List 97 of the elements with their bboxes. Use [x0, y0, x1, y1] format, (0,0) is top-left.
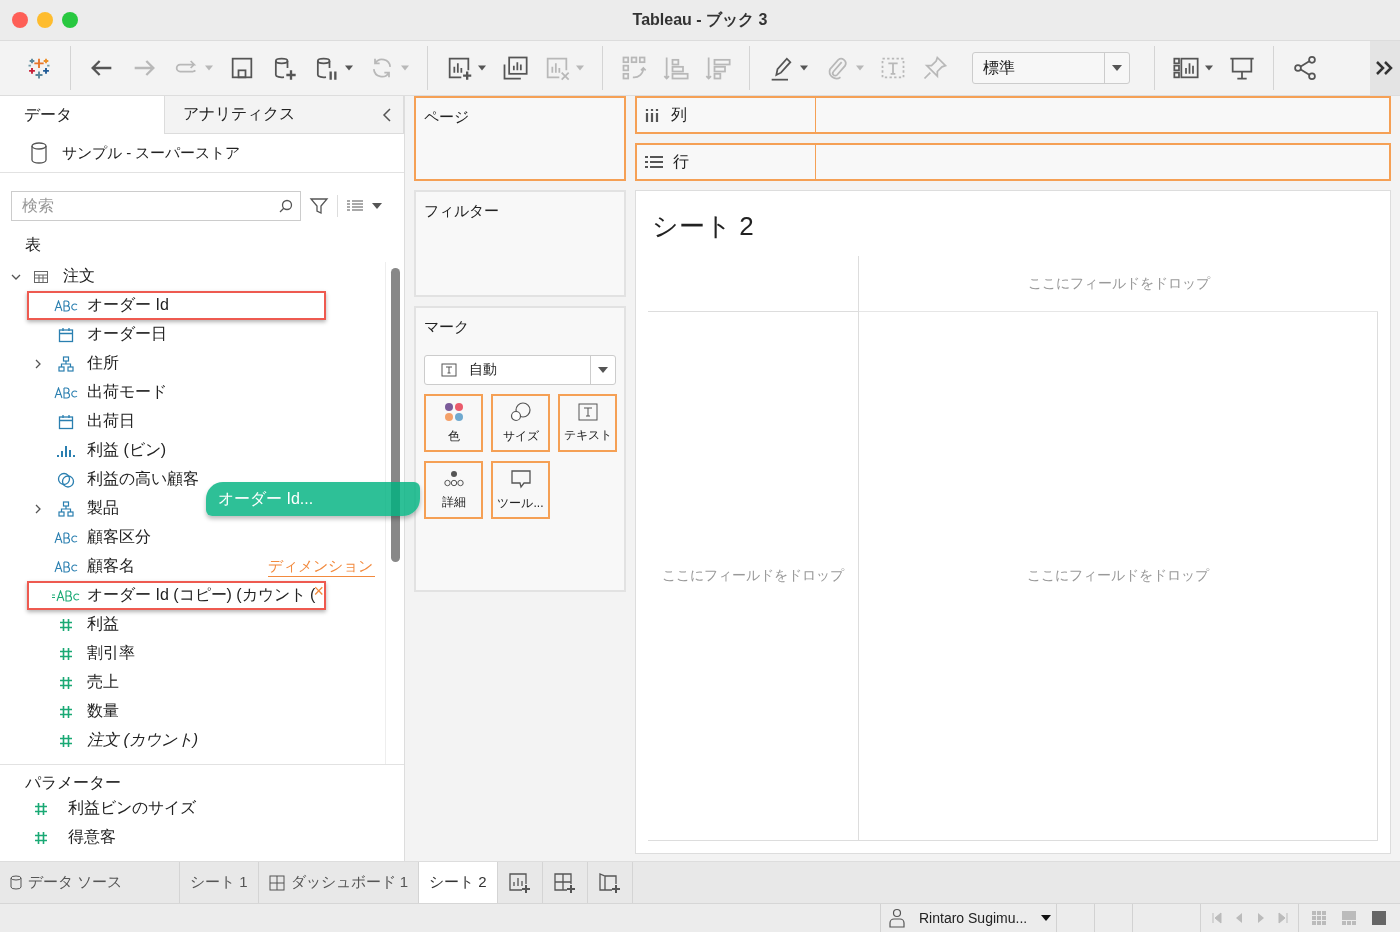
caret-icon[interactable]	[1204, 65, 1214, 71]
number-type-icon	[59, 733, 73, 748]
mark-property-button[interactable]: ツール...	[491, 461, 550, 519]
field-name[interactable]: 利益 (ビン)	[87, 440, 167, 461]
size-circles-icon	[509, 401, 532, 422]
field-name[interactable]: オーダー日	[87, 324, 167, 345]
zoom-dropdown[interactable]: 標準	[972, 52, 1130, 84]
speech-bubble-icon	[509, 468, 532, 489]
caret-icon	[1041, 915, 1052, 921]
detail-dots-icon	[443, 469, 464, 488]
caret-icon	[1111, 64, 1123, 72]
mark-type-dropdown[interactable]: 自動	[424, 355, 616, 385]
mark-property-button[interactable]: 色	[424, 394, 483, 452]
caret-icon[interactable]	[799, 65, 809, 71]
close-button[interactable]	[12, 12, 28, 28]
mark-property-button[interactable]: 詳細	[424, 461, 483, 519]
text-mark-icon	[577, 402, 598, 421]
field-name[interactable]: オーダー Id	[87, 295, 169, 316]
field-name[interactable]: 割引率	[87, 643, 135, 664]
field-name[interactable]: 顧客区分	[87, 527, 151, 548]
field-name[interactable]: 数量	[87, 701, 119, 722]
drop-zone-label: ここにフィールドをドロップ	[1027, 567, 1209, 585]
dashboard-icon	[268, 874, 285, 891]
caret-icon[interactable]	[344, 65, 354, 71]
tab-view-icon[interactable]	[1371, 910, 1387, 926]
number-type-icon	[59, 675, 73, 690]
number-type-icon	[59, 646, 73, 661]
text-mark-icon	[441, 363, 457, 377]
user-icon	[889, 908, 905, 928]
table-icon	[33, 269, 49, 284]
field-name[interactable]: 顧客名	[87, 556, 135, 577]
filter-icon[interactable]	[309, 196, 329, 216]
calendar-icon	[58, 413, 74, 430]
drop-zone-label: ここにフィールドをドロップ	[1027, 274, 1210, 293]
card-title: フィルター	[424, 201, 500, 221]
field-name[interactable]: オーダー Id (コピー) (カウント (	[87, 585, 316, 606]
field-name[interactable]: 売上	[87, 672, 119, 693]
chevrons-icon	[1375, 60, 1395, 76]
bin-icon	[56, 443, 76, 458]
color-dots-icon	[443, 401, 464, 422]
card-title: マーク	[424, 317, 470, 337]
caret-icon[interactable]	[372, 203, 382, 209]
string-type-icon	[54, 560, 78, 573]
collapse-icon[interactable]	[382, 108, 392, 122]
drop-zone-label: ここにフィールドをドロップ	[662, 567, 844, 585]
card-title: ページ	[424, 107, 470, 127]
parameter-name[interactable]: 得意客	[68, 827, 116, 848]
database-icon	[30, 142, 48, 164]
field-name[interactable]: 利益の高い顧客	[87, 469, 199, 490]
field-name[interactable]: 製品	[87, 498, 119, 519]
shelf[interactable]: 行	[635, 143, 1391, 181]
pane-tab[interactable]: アナリティクス	[164, 96, 404, 134]
set-icon	[57, 471, 75, 488]
section-heading: 表	[24, 235, 42, 255]
drop-hint: ディメンション	[268, 557, 375, 577]
new-dashboard-icon[interactable]	[553, 872, 576, 893]
new-worksheet-icon[interactable]	[508, 872, 531, 893]
expand-icon[interactable]	[34, 358, 42, 369]
section-heading: パラメーター	[24, 773, 122, 793]
window-title: Tableau - ブック 3	[632, 9, 768, 30]
string-type-icon	[54, 386, 78, 399]
field-name[interactable]: 出荷日	[87, 411, 135, 432]
rows-icon	[645, 155, 663, 169]
sheet-title: シート 2	[651, 210, 755, 243]
search-field[interactable]: 検索	[11, 191, 301, 221]
new-story-icon[interactable]	[598, 872, 621, 893]
sheet-tab[interactable]: シート 2	[419, 862, 498, 903]
number-type-icon	[34, 830, 48, 845]
share-icon[interactable]	[1291, 54, 1319, 82]
number-type-icon	[59, 704, 73, 719]
string-type-icon	[54, 531, 78, 544]
table-name[interactable]: 注文	[63, 266, 95, 287]
expand-icon[interactable]	[34, 503, 42, 514]
shelf[interactable]: 列	[635, 96, 1391, 134]
calculated-string-icon	[52, 589, 80, 602]
parameter-name[interactable]: 利益ビンのサイズ	[68, 798, 196, 819]
field-name[interactable]: 利益	[87, 614, 119, 635]
hierarchy-icon	[58, 355, 74, 372]
database-icon	[10, 875, 22, 890]
caret-icon	[598, 367, 608, 373]
string-type-icon	[54, 299, 78, 312]
caret-icon[interactable]	[477, 65, 487, 71]
columns-icon	[645, 108, 661, 122]
field-name[interactable]: 住所	[87, 353, 119, 374]
number-type-icon	[34, 801, 48, 816]
more-button[interactable]	[1370, 41, 1400, 95]
calendar-icon	[58, 326, 74, 343]
mark-property-button[interactable]: サイズ	[491, 394, 550, 452]
duplicate-icon[interactable]	[501, 54, 529, 82]
user-menu[interactable]: Rintaro Sugimu...	[881, 904, 1057, 932]
search-icon	[279, 199, 293, 213]
mark-property-button[interactable]: テキスト	[558, 394, 617, 452]
number-type-icon	[59, 617, 73, 632]
data-source-name[interactable]: サンプル - スーパーストア	[62, 143, 241, 163]
hierarchy-icon	[58, 500, 74, 517]
field-name[interactable]: 出荷モード	[87, 382, 167, 403]
field-name[interactable]: 注文 (カウント)	[87, 730, 199, 751]
